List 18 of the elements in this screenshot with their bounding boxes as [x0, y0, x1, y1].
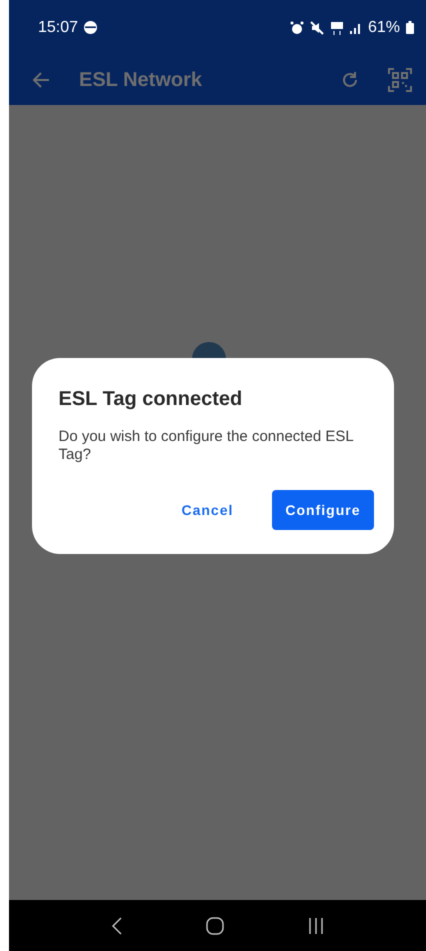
dialog-message: Do you wish to configure the connected ESL Tag? — [58, 428, 354, 464]
battery-icon — [406, 21, 414, 34]
qr-scan-icon[interactable] — [388, 68, 412, 92]
page-title: ESL Network — [79, 68, 203, 92]
dialog-title: ESL Tag connected — [58, 388, 244, 411]
status-icon — [84, 21, 98, 34]
cancel-button[interactable]: Cancel — [168, 490, 246, 530]
back-icon[interactable] — [31, 70, 51, 90]
configure-button[interactable]: Configure — [272, 490, 374, 530]
refresh-icon[interactable] — [340, 70, 360, 90]
signal-icon — [350, 22, 362, 34]
status-time: 15:07 — [38, 18, 78, 36]
mute-icon — [310, 20, 324, 34]
home-icon[interactable] — [206, 916, 224, 934]
alarm-icon — [290, 20, 304, 34]
recents-icon[interactable] — [306, 916, 324, 934]
back-nav-icon[interactable] — [110, 916, 122, 936]
battery-percent: 61% — [368, 18, 400, 36]
